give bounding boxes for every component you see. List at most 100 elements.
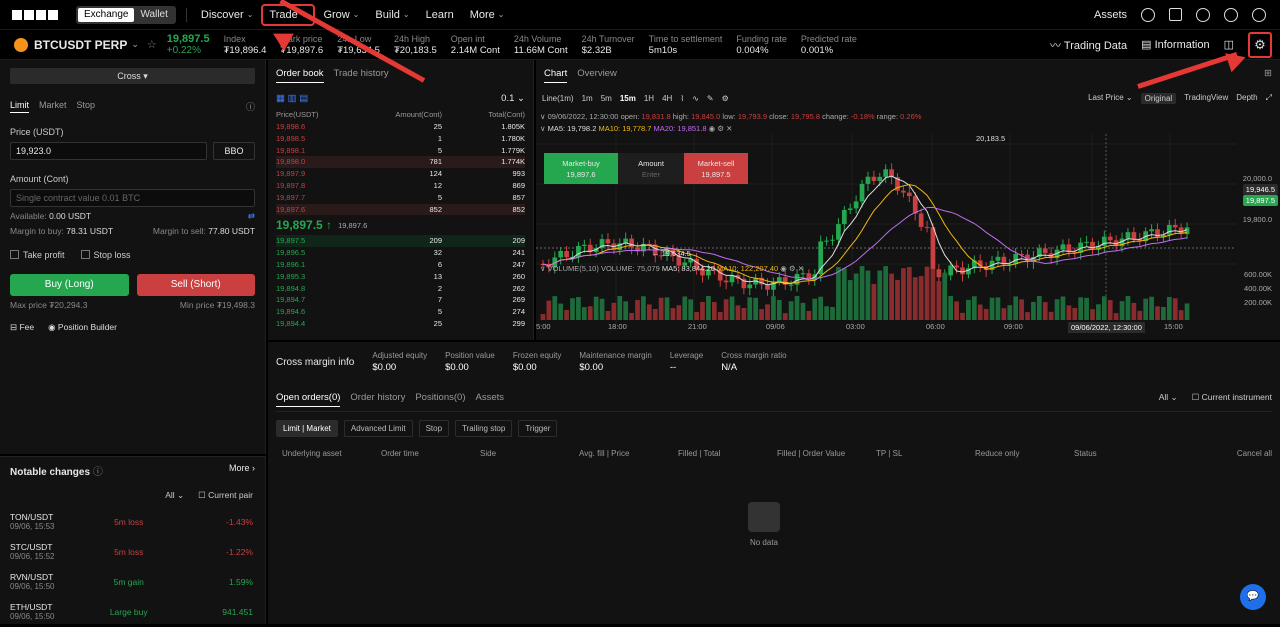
info-icon[interactable]: ⓘ: [246, 100, 255, 113]
buy-long-button[interactable]: Buy (Long): [10, 274, 129, 296]
tab-limit[interactable]: Limit: [10, 100, 30, 113]
favorite-star-icon[interactable]: ☆: [147, 38, 157, 51]
last-price-select[interactable]: Last Price ⌄: [1088, 93, 1133, 104]
ask-row[interactable]: 19,898.6 25 1.805K: [276, 121, 525, 133]
notable-row[interactable]: TON/USDT 09/06, 15:53 5m loss -1.43%: [10, 507, 253, 537]
tab-open-orders[interactable]: Open orders(0): [276, 392, 341, 407]
wallet-tab[interactable]: Wallet: [134, 8, 173, 22]
user-icon[interactable]: [1141, 7, 1155, 22]
tab-stop[interactable]: Stop: [77, 100, 96, 113]
ask-row[interactable]: 19,897.9 124 993: [276, 168, 525, 180]
tick-size-select[interactable]: 0.1 ⌄: [501, 93, 525, 104]
bbo-button[interactable]: BBO: [213, 142, 255, 160]
close-icon[interactable]: ✕: [726, 124, 732, 133]
nav-grow[interactable]: Grow ⌄: [317, 6, 365, 24]
view-original[interactable]: Original: [1140, 93, 1177, 104]
view-depth[interactable]: Depth: [1236, 93, 1257, 104]
fee-link[interactable]: ⊟ Fee: [10, 322, 34, 333]
interval-1m[interactable]: 1m: [582, 94, 593, 103]
nav-build[interactable]: Build ⌄: [369, 6, 415, 24]
tab-market[interactable]: Market: [39, 100, 67, 113]
trading-data-link[interactable]: 〰 Trading Data: [1050, 37, 1127, 53]
bid-row[interactable]: 19,896.1 6 247: [276, 259, 525, 271]
close-icon[interactable]: ✕: [798, 264, 804, 273]
candle-type-icon[interactable]: ⌇: [680, 94, 684, 103]
notable-row[interactable]: STC/USDT 09/06, 15:52 5m loss -1.22%: [10, 537, 253, 567]
notable-filter-all[interactable]: All ⌄: [165, 490, 184, 501]
settings-icon[interactable]: ⚙: [717, 124, 724, 133]
tab-positions[interactable]: Positions(0): [415, 392, 465, 407]
download-icon[interactable]: [1169, 8, 1182, 21]
info-icon[interactable]: ⓘ: [93, 467, 103, 478]
bid-row[interactable]: 19,894.7 7 269: [276, 294, 525, 306]
ask-row[interactable]: 19,898.5 1 1.780K: [276, 133, 525, 145]
bell-icon[interactable]: [1196, 7, 1210, 22]
settings-gear-icon[interactable]: ⚙: [1248, 31, 1272, 58]
collapse-icon[interactable]: ∨: [540, 124, 548, 133]
view-tradingview[interactable]: TradingView: [1184, 93, 1228, 104]
notable-row[interactable]: ETH/USDT 09/06, 15:50 Large buy 941.451: [10, 597, 253, 627]
okx-logo[interactable]: [12, 8, 62, 22]
chart-settings-icon[interactable]: ⚙: [722, 94, 729, 103]
book-view-icons[interactable]: ▦ ▥ ▤: [276, 93, 308, 104]
nav-more[interactable]: More ⌄: [464, 6, 511, 24]
ask-row[interactable]: 19,898.0 781 1.774K: [276, 156, 525, 169]
margin-mode-select[interactable]: Cross ▾: [10, 68, 255, 84]
position-builder-link[interactable]: ◉ Position Builder: [48, 322, 117, 333]
pill-stop[interactable]: Stop: [418, 420, 450, 437]
eye-icon[interactable]: ◉: [709, 124, 716, 133]
pill-limit-market[interactable]: Limit | Market: [276, 420, 338, 437]
interval-4h[interactable]: 4H: [662, 94, 672, 103]
quick-amount-field[interactable]: Amount Enter: [618, 153, 684, 184]
ask-row[interactable]: 19,898.1 5 1.779K: [276, 145, 525, 157]
market-buy-button[interactable]: Market-buy 19,897.6: [544, 153, 618, 184]
settings-icon[interactable]: ⚙: [789, 264, 796, 273]
layout-icon[interactable]: ◫: [1224, 38, 1234, 51]
market-sell-button[interactable]: Market-sell 19,897.5: [684, 153, 748, 184]
chat-support-icon[interactable]: 💬: [1240, 584, 1266, 610]
amount-input[interactable]: Single contract value 0.01 BTC: [10, 189, 255, 207]
globe-icon[interactable]: [1252, 7, 1266, 22]
information-link[interactable]: ▤ Information: [1141, 38, 1209, 51]
tab-assets[interactable]: Assets: [476, 392, 505, 407]
pill-trigger[interactable]: Trigger: [518, 420, 558, 437]
cancel-all-button[interactable]: Cancel all: [1173, 449, 1272, 458]
ask-row[interactable]: 19,897.7 5 857: [276, 192, 525, 204]
tab-chart[interactable]: Chart: [544, 68, 568, 83]
collapse-icon[interactable]: ∨: [540, 264, 548, 273]
pill-trailing-stop[interactable]: Trailing stop: [455, 420, 513, 437]
tab-trade-history[interactable]: Trade history: [334, 68, 389, 83]
transfer-icon[interactable]: ⇄: [248, 211, 255, 222]
notable-row[interactable]: RVN/USDT 09/06, 15:50 5m gain 1.59%: [10, 567, 253, 597]
draw-tool-icon[interactable]: ✎: [707, 94, 714, 103]
interval-line-1m[interactable]: Line(1m): [542, 94, 574, 103]
pair-selector[interactable]: BTCUSDT PERP: [34, 38, 127, 52]
bid-row[interactable]: 19,897.5 209 209: [276, 235, 525, 248]
collapse-icon[interactable]: ∨: [540, 112, 548, 121]
bid-row[interactable]: 19,894.8 2 262: [276, 283, 525, 295]
notable-more-link[interactable]: More ›: [229, 463, 255, 478]
tab-overview[interactable]: Overview: [577, 68, 617, 83]
stop-loss-checkbox[interactable]: Stop loss: [81, 250, 131, 260]
help-icon[interactable]: [1224, 7, 1238, 22]
interval-5m[interactable]: 5m: [601, 94, 612, 103]
ask-row[interactable]: 19,897.6 852 852: [276, 203, 525, 216]
bid-row[interactable]: 19,895.3 13 260: [276, 271, 525, 283]
tab-order-book[interactable]: Order book: [276, 68, 324, 83]
current-instrument-checkbox[interactable]: ☐ Current instrument: [1192, 392, 1272, 407]
ask-row[interactable]: 19,897.8 12 869: [276, 180, 525, 192]
fullscreen-icon[interactable]: ⤢: [1266, 93, 1272, 104]
tab-order-history[interactable]: Order history: [350, 392, 405, 407]
bid-row[interactable]: 19,894.4 25 299: [276, 318, 525, 330]
interval-1h[interactable]: 1H: [644, 94, 654, 103]
pill-advanced-limit[interactable]: Advanced Limit: [343, 420, 413, 437]
eye-icon[interactable]: ◉: [780, 264, 787, 273]
nav-discover[interactable]: Discover ⌄: [195, 6, 260, 24]
exchange-tab[interactable]: Exchange: [78, 7, 135, 22]
take-profit-checkbox[interactable]: Take profit: [10, 250, 65, 260]
current-pair-checkbox[interactable]: ☐ Current pair: [198, 490, 253, 501]
sell-short-button[interactable]: Sell (Short): [136, 274, 255, 296]
grid-layout-icon[interactable]: ⊞: [1264, 68, 1272, 83]
bid-row[interactable]: 19,894.6 5 274: [276, 306, 525, 318]
assets-menu[interactable]: Assets: [1094, 9, 1127, 21]
